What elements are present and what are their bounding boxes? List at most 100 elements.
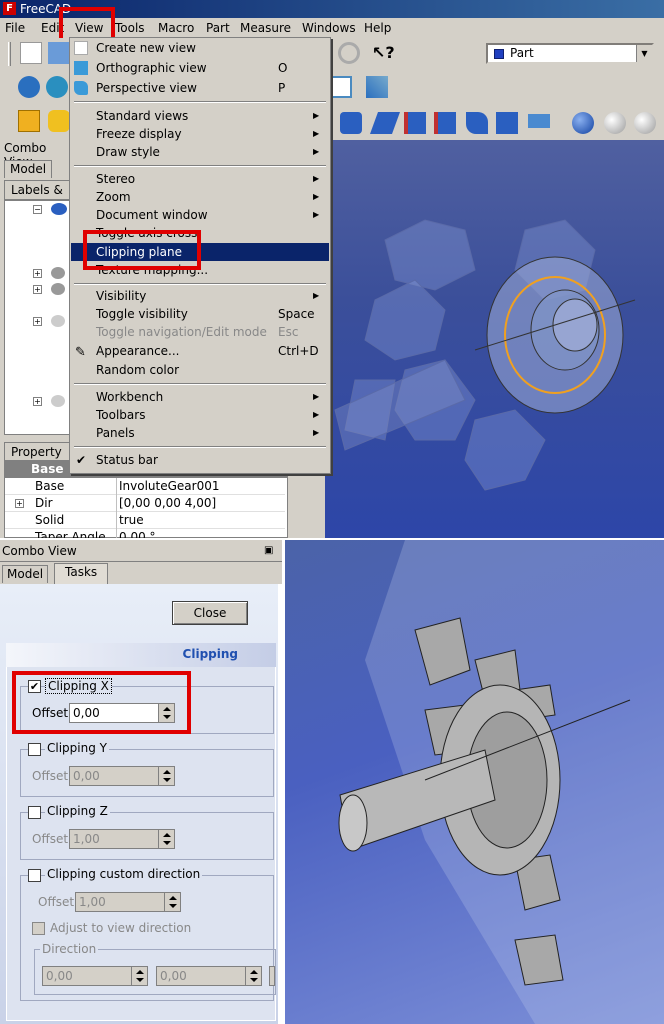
expand-icon[interactable]: + (33, 317, 42, 326)
direction-x-spinbox[interactable]: 0,00 (42, 966, 148, 986)
part-offset-icon[interactable] (528, 114, 550, 128)
menu-part[interactable]: Part (206, 20, 230, 36)
view-isometric-icon[interactable] (330, 76, 352, 98)
open-document-icon[interactable] (48, 42, 70, 64)
adjust-view-checkbox[interactable] (32, 922, 45, 935)
clipping-z-offset-label: Offset (32, 832, 69, 846)
part-cylinder-icon[interactable] (48, 110, 70, 132)
direction-z-spinbox[interactable] (269, 966, 275, 986)
expand-icon[interactable]: + (33, 397, 42, 406)
tree-object-icon (51, 315, 65, 327)
menu-item-document-window[interactable]: Document window ▶ (70, 206, 330, 224)
part-fillet-icon[interactable] (434, 112, 456, 134)
expand-icon[interactable]: + (33, 269, 42, 278)
menu-item-orthographic-view[interactable]: Orthographic view O (70, 59, 330, 77)
property-row[interactable]: + Dir [0,00 0,00 4,00] (5, 495, 285, 512)
clipping-custom-offset-spinbox[interactable]: 1,00 (75, 892, 181, 912)
expand-icon[interactable]: + (15, 499, 24, 508)
3d-viewport[interactable] (325, 140, 664, 538)
model-tree[interactable]: − + + + + (4, 200, 70, 435)
tab-tasks[interactable]: Tasks (54, 563, 109, 584)
menu-item-toolbars[interactable]: Toolbars ▶ (70, 406, 330, 424)
clipping-z-checkbox[interactable] (28, 806, 41, 819)
3d-viewport-clipped[interactable] (285, 540, 664, 1024)
property-value[interactable]: InvoluteGear001 (116, 478, 220, 495)
menu-help[interactable]: Help (364, 20, 391, 36)
menu-item-visibility[interactable]: Visibility ▶ (70, 287, 330, 305)
clipping-custom-offset-label: Offset (38, 895, 75, 909)
fit-all-icon[interactable] (18, 76, 40, 98)
spin-arrows-icon[interactable] (158, 767, 174, 785)
menu-separator (74, 165, 326, 167)
part-mirror-icon[interactable] (404, 112, 426, 134)
menu-file[interactable]: File (5, 20, 25, 36)
fit-selection-icon[interactable] (46, 76, 68, 98)
clipping-y-checkbox[interactable] (28, 743, 41, 756)
boolean-union-icon[interactable] (572, 112, 594, 134)
measure-linear-icon[interactable] (366, 76, 388, 98)
menu-item-draw-style[interactable]: Draw style ▶ (70, 143, 330, 161)
new-document-icon[interactable] (20, 42, 42, 64)
clipping-z-offset-spinbox[interactable]: 1,00 (69, 829, 175, 849)
menu-measure[interactable]: Measure (240, 20, 291, 36)
collapse-icon[interactable]: − (33, 205, 42, 214)
property-row[interactable]: Base InvoluteGear001 (5, 478, 285, 495)
clipping-custom-label: Clipping custom direction (45, 867, 203, 881)
submenu-arrow-icon: ▶ (313, 210, 320, 219)
menu-item-stereo[interactable]: Stereo ▶ (70, 170, 330, 188)
menu-item-workbench[interactable]: Workbench ▶ (70, 388, 330, 406)
menu-item-standard-views[interactable]: Standard views ▶ (70, 107, 330, 125)
property-value[interactable]: 0,00 ° (116, 529, 156, 538)
spin-arrows-icon[interactable] (245, 967, 261, 985)
direction-y-spinbox[interactable]: 0,00 (156, 966, 262, 986)
boolean-common-icon[interactable] (634, 112, 656, 134)
annotation-clipping-x-box (12, 671, 191, 734)
menu-item-random-color[interactable]: Random color (70, 361, 330, 379)
submenu-arrow-icon: ▶ (313, 392, 320, 401)
menu-item-toggle-visibility[interactable]: Toggle visibility Space (70, 305, 330, 323)
menu-item-create-new-view[interactable]: Create new view (70, 39, 330, 57)
boolean-cut-icon[interactable] (604, 112, 626, 134)
menu-separator (74, 446, 326, 448)
clipping-y-offset-spinbox[interactable]: 0,00 (69, 766, 175, 786)
workbench-selector[interactable]: Part ▼ (486, 43, 654, 64)
expand-icon[interactable]: + (33, 285, 42, 294)
menu-item-perspective-view[interactable]: Perspective view P (70, 79, 330, 97)
spin-arrows-icon[interactable] (158, 830, 174, 848)
menu-item-appearance[interactable]: ✎ Appearance... Ctrl+D (70, 342, 330, 360)
property-row[interactable]: Solid true (5, 512, 285, 529)
menu-item-status-bar[interactable]: ✔ Status bar (70, 451, 330, 469)
property-key: Dir (35, 496, 53, 510)
property-value[interactable]: true (116, 512, 144, 529)
menu-windows[interactable]: Windows (302, 20, 356, 36)
chevron-down-icon[interactable]: ▼ (636, 45, 652, 62)
menu-tools[interactable]: Tools (115, 20, 145, 36)
refresh-icon[interactable] (338, 42, 360, 64)
clipping-custom-checkbox[interactable] (28, 869, 41, 882)
menu-item-panels[interactable]: Panels ▶ (70, 424, 330, 442)
menu-item-toggle-navigation: Toggle navigation/Edit mode Esc (96, 325, 299, 339)
menu-item-freeze-display[interactable]: Freeze display ▶ (70, 125, 330, 143)
close-button[interactable]: Close (172, 601, 248, 625)
tab-model[interactable]: Model (4, 160, 53, 178)
gear-model-render (334, 219, 636, 491)
part-extrude-icon[interactable] (340, 112, 362, 134)
tree-header[interactable]: Labels & A (4, 180, 70, 215)
submenu-arrow-icon: ▶ (313, 111, 320, 120)
tab-model[interactable]: Model (2, 565, 49, 583)
property-row[interactable]: Taper Angle 0,00 ° (5, 529, 285, 538)
offset-value: 0,00 (73, 769, 100, 783)
menu-item-zoom[interactable]: Zoom ▶ (70, 188, 330, 206)
part-box-icon[interactable] (18, 110, 40, 132)
part-sweep-icon[interactable] (466, 112, 488, 134)
property-value[interactable]: [0,00 0,00 4,00] (116, 495, 216, 512)
part-loft-icon[interactable] (496, 112, 518, 134)
spin-arrows-icon[interactable] (131, 967, 147, 985)
menu-macro[interactable]: Macro (158, 20, 194, 36)
clipping-z-label: Clipping Z (45, 804, 110, 818)
undock-icon[interactable]: ▣ (264, 540, 273, 562)
toolbar-handle (8, 42, 11, 66)
whats-this-icon[interactable]: ↖? (372, 42, 395, 64)
spin-arrows-icon[interactable] (164, 893, 180, 911)
combo-view-title: Combo View (2, 544, 77, 558)
